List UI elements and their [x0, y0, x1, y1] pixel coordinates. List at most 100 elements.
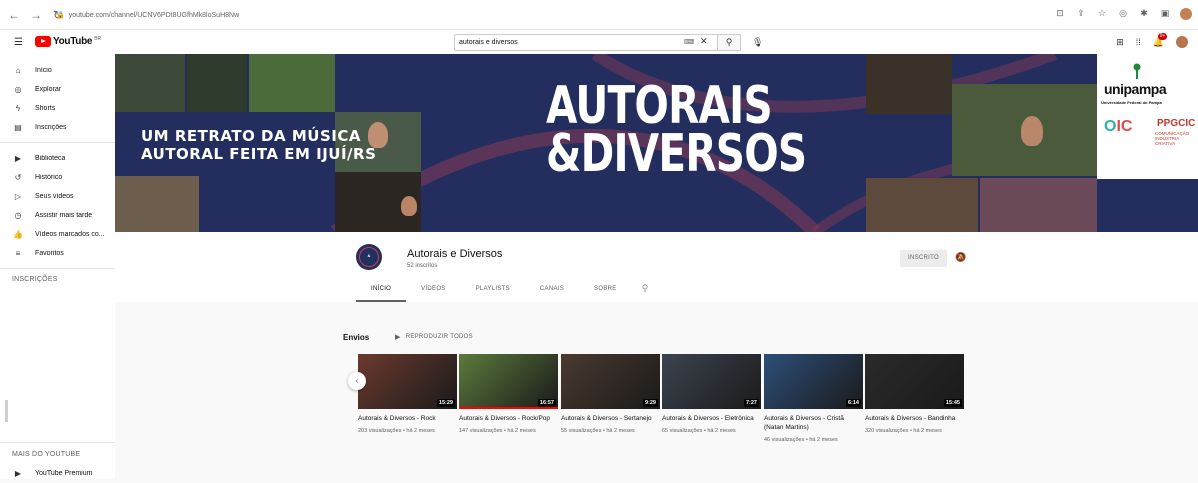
subscriber-count: 52 inscritos [407, 263, 438, 269]
google-lens-icon[interactable]: ⊡ [1054, 8, 1066, 20]
channel-tabs: INÍCIO VÍDEOS PLAYLISTS CANAIS SOBRE ⚲ [356, 280, 658, 302]
video-title[interactable]: Autorais & Diversos - Bandinha [865, 414, 964, 423]
sidebar-item-label: YouTube Premium [35, 470, 93, 477]
search-icon: ⚲ [725, 37, 733, 47]
thumbs-up-icon: 👍 [13, 230, 23, 239]
banner-photo [866, 178, 978, 232]
shorts-icon: ϟ [15, 104, 21, 113]
video-card[interactable]: 15:29 Autorais & Diversos - Rock 203 vis… [358, 354, 457, 434]
sidebar-item-your-videos[interactable]: ▷ Seus vídeos [0, 187, 115, 206]
video-meta: 55 visualizações • há 2 meses [561, 428, 635, 434]
sidebar-item-home[interactable]: ⌂ Início [0, 61, 115, 80]
sidebar-item-explore[interactable]: ◎ Explorar [0, 80, 115, 99]
search-input[interactable]: autorais e diversos [454, 34, 718, 51]
sidebar-item-label: Favoritos [35, 250, 64, 257]
home-icon: ⌂ [15, 66, 21, 75]
sidebar-item-watch-later[interactable]: ◷ Assistir mais tarde [0, 206, 115, 225]
sidebar-item-subscriptions[interactable]: ▤ Inscrições [0, 118, 115, 137]
subscriptions-icon: ▤ [14, 123, 22, 132]
video-thumbnail[interactable]: 9:29 [561, 354, 660, 409]
tab-playlists[interactable]: PLAYLISTS [461, 280, 525, 302]
browser-profile-avatar[interactable] [1180, 8, 1192, 20]
shelf-previous-button[interactable]: ‹ [348, 372, 366, 390]
sidebar-item-history[interactable]: ↺ Histórico [0, 168, 115, 187]
extension-icon[interactable]: ◎ [1117, 8, 1129, 20]
video-thumbnail[interactable]: 15:29 [358, 354, 457, 409]
notifications-button[interactable]: 🔔 9+ [1153, 32, 1168, 48]
keyboard-icon[interactable]: ⌨ [684, 38, 694, 46]
video-thumbnail[interactable]: 6:14 [764, 354, 863, 409]
tab-channels[interactable]: CANAIS [525, 280, 579, 302]
address-bar[interactable]: 🔒 youtube.com/channel/UCNV6PDt8UGfhMk8lo… [56, 9, 239, 21]
video-thumbnail[interactable]: 7:27 [662, 354, 761, 409]
sidebar-item-youtube-premium[interactable]: ▶ YouTube Premium [0, 464, 115, 483]
video-meta: 46 visualizações • há 2 meses [764, 437, 838, 443]
banner-photo [980, 178, 1097, 232]
video-card[interactable]: 15:45 Autorais & Diversos - Bandinha 320… [865, 354, 964, 434]
sidebar-item-label: Shorts [35, 105, 56, 112]
play-all-button[interactable]: ▶ REPRODUZIR TODOS [395, 333, 473, 341]
share-icon[interactable]: ⇪ [1075, 8, 1087, 20]
sidebar-item-label: Assistir mais tarde [35, 212, 93, 219]
bookmark-star-icon[interactable]: ☆ [1096, 8, 1108, 20]
banner-photo [187, 54, 247, 112]
notification-bell-icon[interactable]: 🔕 [955, 252, 966, 263]
back-arrow-icon[interactable]: ← [6, 7, 22, 23]
forward-arrow-icon[interactable]: → [28, 7, 44, 23]
logo-text: YouTube [53, 36, 93, 47]
video-card[interactable]: 9:29 Autorais & Diversos - Sertanejo 55 … [561, 354, 660, 434]
video-thumbnail[interactable]: 16:57 [459, 354, 558, 409]
video-title[interactable]: Autorais & Diversos - Cristã (Natan Mart… [764, 414, 863, 432]
youtube-logo[interactable]: YouTube BR [35, 36, 101, 47]
video-duration: 9:29 [642, 399, 658, 407]
tab-about[interactable]: SOBRE [579, 280, 632, 302]
sidebar-scrollbar[interactable] [5, 400, 8, 422]
banner-tagline-line: UM RETRATO DA MÚSICA [141, 127, 361, 145]
sidebar-item-favorites[interactable]: ≡ Favoritos [0, 244, 115, 263]
sidebar-item-label: Biblioteca [35, 155, 66, 162]
video-title[interactable]: Autorais & Diversos - Rock [358, 414, 457, 423]
sidebar: ⌂ Início ◎ Explorar ϟ Shorts ▤ Inscrições ▶ B… [0, 54, 115, 479]
clear-search-icon[interactable]: ✕ [700, 36, 708, 47]
tab-videos[interactable]: VÍDEOS [406, 280, 460, 302]
microphone-icon[interactable]: 🎙 [752, 37, 763, 48]
search-button[interactable]: ⚲ [717, 34, 741, 51]
user-avatar[interactable] [1176, 36, 1188, 48]
puzzle-icon[interactable]: ✱ [1138, 8, 1150, 20]
sidepanel-icon[interactable]: ▣ [1159, 8, 1171, 20]
video-card[interactable]: 6:14 Autorais & Diversos - Cristã (Natan… [764, 354, 863, 443]
apps-grid-icon[interactable]: ⁞⁞ [1136, 37, 1141, 47]
logo-country-code: BR [94, 35, 102, 42]
sidebar-item-shorts[interactable]: ϟ Shorts [0, 99, 115, 118]
video-duration: 6:14 [845, 399, 861, 407]
sidebar-item-liked-videos[interactable]: 👍 Vídeos marcados co... [0, 225, 115, 244]
video-meta: 320 visualizações • há 2 meses [865, 428, 942, 434]
video-thumbnail[interactable]: 15:45 [865, 354, 964, 409]
sidebar-item-library[interactable]: ▶ Biblioteca [0, 149, 115, 168]
video-duration: 15:29 [436, 399, 455, 407]
channel-search-icon[interactable]: ⚲ [632, 280, 659, 302]
video-title[interactable]: Autorais & Diversos - Rock/Pop [459, 414, 558, 423]
browser-toolbar: ← → ↻ 🔒 youtube.com/channel/UCNV6PDt8UGf… [0, 0, 1198, 30]
chevron-left-icon: ‹ [355, 376, 359, 385]
sprout-icon [1133, 63, 1141, 79]
channel-avatar[interactable]: & [356, 244, 382, 270]
video-meta: 147 visualizações • há 2 meses [459, 428, 536, 434]
subscribed-button[interactable]: INSCRITO [900, 250, 947, 267]
tab-home[interactable]: INÍCIO [356, 280, 407, 302]
menu-icon[interactable]: ☰ [14, 37, 23, 48]
video-title[interactable]: Autorais & Diversos - Sertanejo [561, 414, 660, 423]
banner-title: AUTORAIS &DIVERSOS [546, 80, 807, 180]
sidebar-item-label: Inscrições [35, 124, 67, 131]
create-video-icon[interactable]: ⊞ [1116, 37, 1124, 48]
lock-icon: 🔒 [56, 12, 65, 19]
video-duration: 15:45 [943, 399, 962, 407]
video-card[interactable]: 7:27 Autorais & Diversos - Eletrônica 65… [662, 354, 761, 434]
header-actions: ⊞ ⁞⁞ 🔔 9+ [1116, 32, 1188, 48]
shelf-title[interactable]: Envios [343, 333, 369, 342]
video-card[interactable]: 16:57 Autorais & Diversos - Rock/Pop 147… [459, 354, 558, 434]
your-videos-icon: ▷ [14, 192, 22, 201]
sidebar-item-label: Início [35, 67, 52, 74]
video-title[interactable]: Autorais & Diversos - Eletrônica [662, 414, 761, 423]
banner-photo [115, 54, 185, 112]
